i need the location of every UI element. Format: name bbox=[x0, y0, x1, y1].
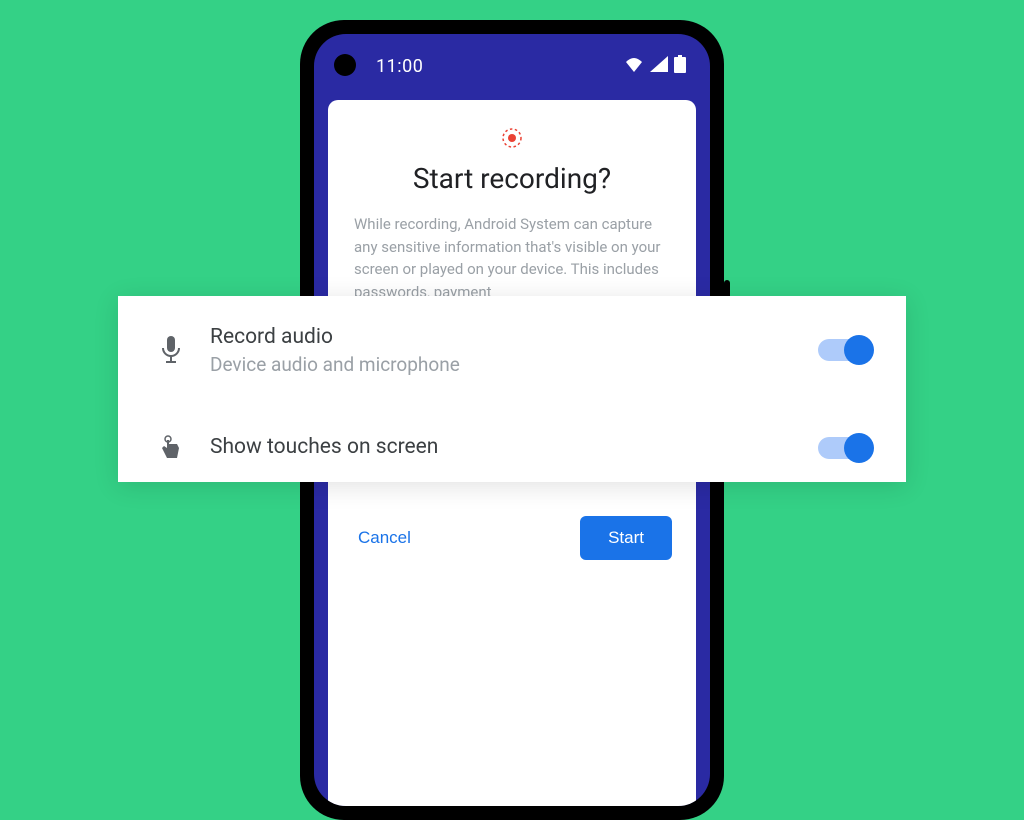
cancel-button[interactable]: Cancel bbox=[352, 518, 417, 558]
option-show-touches[interactable]: Show touches on screen bbox=[158, 434, 870, 462]
options-card: Record audio Device audio and microphone… bbox=[118, 296, 906, 482]
touch-icon bbox=[158, 434, 184, 462]
dialog-title: Start recording? bbox=[350, 162, 674, 195]
dialog-body: While recording, Android System can capt… bbox=[350, 213, 674, 303]
battery-icon bbox=[674, 55, 686, 78]
record-icon bbox=[502, 128, 522, 148]
option-touches-title: Show touches on screen bbox=[210, 434, 792, 461]
wifi-icon bbox=[624, 56, 644, 77]
status-bar: 11:00 bbox=[314, 52, 710, 80]
microphone-icon bbox=[158, 336, 184, 364]
option-audio-title: Record audio bbox=[210, 324, 792, 351]
camera-hole bbox=[334, 54, 356, 76]
toggle-record-audio[interactable] bbox=[818, 339, 870, 361]
dialog-actions: Cancel Start bbox=[328, 516, 696, 560]
start-button[interactable]: Start bbox=[580, 516, 672, 560]
status-time: 11:00 bbox=[376, 56, 423, 77]
cellular-icon bbox=[650, 56, 668, 77]
option-audio-sub: Device audio and microphone bbox=[210, 353, 792, 376]
toggle-show-touches[interactable] bbox=[818, 437, 870, 459]
option-record-audio[interactable]: Record audio Device audio and microphone bbox=[158, 324, 870, 376]
